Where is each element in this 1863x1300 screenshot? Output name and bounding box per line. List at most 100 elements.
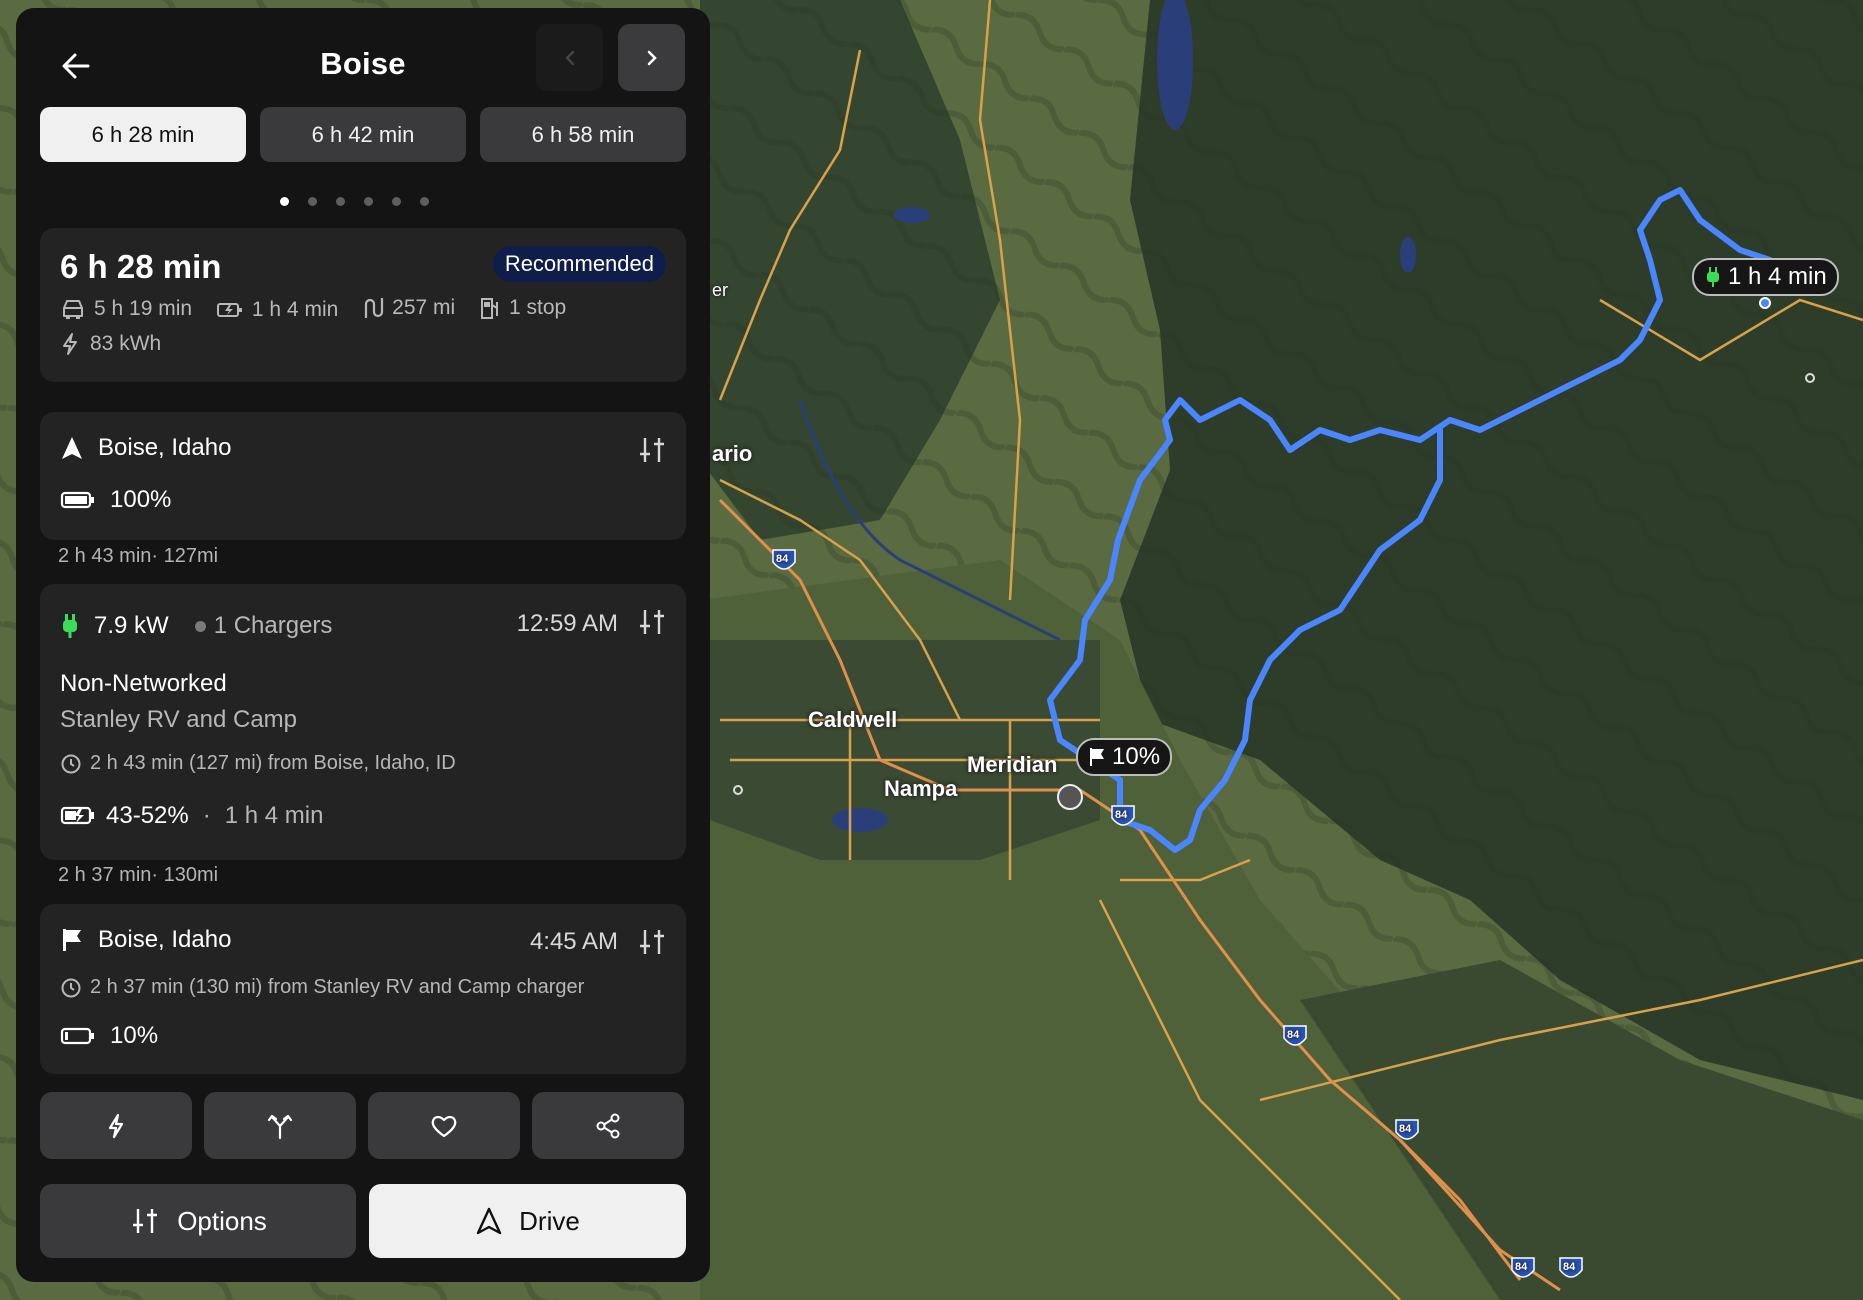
navigation-arrow-icon bbox=[62, 437, 82, 459]
origin-battery-value: 100% bbox=[110, 486, 172, 513]
trip-action-buttons bbox=[40, 1092, 686, 1159]
segment-info-1: 2 h 43 min· 127mi bbox=[58, 545, 219, 567]
separator: · bbox=[202, 802, 211, 829]
lowland-farmland bbox=[710, 640, 1100, 860]
route-tab-2[interactable]: 6 h 42 min bbox=[260, 107, 466, 162]
destination-stop-card[interactable]: Boise, Idaho 4:45 AM 2 h 37 min (130 mi)… bbox=[40, 904, 686, 1074]
plug-icon bbox=[1707, 267, 1719, 287]
share-icon bbox=[596, 1113, 620, 1138]
battery-icon bbox=[60, 1027, 94, 1045]
status-dot bbox=[194, 620, 206, 632]
distance-stat: 257 mi bbox=[362, 296, 455, 320]
adjust-icon bbox=[133, 1209, 158, 1233]
trip-planner-panel: Boise 6 h 28 min 6 h 42 min 6 h 58 min 6… bbox=[16, 8, 710, 1282]
highway-shield-label: 84 bbox=[1115, 809, 1128, 821]
page-dot[interactable] bbox=[336, 197, 345, 206]
city-label-meridian[interactable]: Meridian bbox=[967, 752, 1057, 778]
origin-stop-card[interactable]: Boise, Idaho 100% bbox=[40, 412, 686, 540]
energy-value: 83 kWh bbox=[90, 332, 162, 355]
current-location-marker[interactable] bbox=[1057, 784, 1083, 810]
flag-icon bbox=[63, 929, 81, 951]
clock-icon bbox=[61, 978, 81, 997]
alternate-route-button[interactable] bbox=[204, 1092, 356, 1159]
next-route-button[interactable] bbox=[618, 24, 685, 91]
partial-map-label: er bbox=[712, 280, 729, 300]
charge-duration: 1 h 4 min bbox=[224, 802, 324, 829]
drive-button[interactable]: Drive bbox=[369, 1184, 686, 1258]
charge-range: 43-52% bbox=[106, 802, 189, 829]
page-title: Boise bbox=[320, 46, 406, 81]
charge-plan-row: 43-52% · 1 h 4 min bbox=[60, 802, 323, 830]
stops-stat: 1 stop bbox=[479, 296, 566, 320]
arrival-battery-bubble[interactable]: 10% bbox=[1076, 738, 1173, 776]
charger-network: Non-Networked bbox=[60, 670, 227, 697]
adjust-icon[interactable] bbox=[636, 434, 668, 466]
navigation-arrow-icon bbox=[476, 1207, 502, 1235]
favorite-button[interactable] bbox=[368, 1092, 520, 1159]
charger-location-dot[interactable] bbox=[1759, 297, 1771, 309]
destination-location: Boise, Idaho bbox=[60, 926, 231, 954]
charger-arrival-time: 12:59 AM bbox=[516, 610, 618, 637]
route-tab-1[interactable]: 6 h 28 min bbox=[40, 107, 246, 162]
charging-filter-button[interactable] bbox=[40, 1092, 192, 1159]
options-label: Options bbox=[177, 1205, 267, 1236]
chevron-left-icon bbox=[564, 50, 574, 65]
charger-from-row: 2 h 43 min (127 mi) from Boise, Idaho, I… bbox=[60, 752, 456, 775]
lake bbox=[894, 207, 930, 223]
route-option-tabs: 6 h 28 min 6 h 42 min 6 h 58 min bbox=[40, 107, 686, 162]
origin-battery: 100% bbox=[60, 486, 171, 514]
page-dot[interactable] bbox=[280, 197, 289, 206]
distance-value: 257 mi bbox=[392, 296, 456, 319]
heart-icon bbox=[431, 1115, 457, 1137]
origin-location: Boise, Idaho bbox=[60, 434, 231, 462]
adjust-icon[interactable] bbox=[636, 606, 668, 638]
drive-time-stat: 5 h 19 min bbox=[60, 297, 192, 321]
highway-shield-label: 84 bbox=[1515, 1261, 1528, 1273]
charge-time-value: 1 h 4 min bbox=[251, 298, 339, 321]
charging-stop-card[interactable]: 7.9 kW 1 Chargers 12:59 AM Non-Networked… bbox=[40, 584, 686, 860]
lake bbox=[832, 808, 888, 832]
options-button[interactable]: Options bbox=[40, 1184, 356, 1258]
page-dot[interactable] bbox=[364, 197, 373, 206]
bolt-icon bbox=[63, 333, 77, 355]
plug-icon bbox=[63, 614, 77, 638]
battery-icon bbox=[60, 491, 94, 509]
battery-fill bbox=[65, 496, 87, 504]
battery-fill bbox=[65, 1032, 68, 1040]
charger-name: Stanley RV and Camp bbox=[60, 706, 298, 733]
route-duration: 6 h 28 min bbox=[60, 248, 222, 285]
route-icon bbox=[365, 298, 384, 318]
charge-time-bubble[interactable]: 1 h 4 min bbox=[1692, 258, 1839, 296]
car-icon bbox=[63, 300, 83, 319]
destination-arrival-time: 4:45 AM bbox=[529, 928, 618, 955]
clock-icon bbox=[61, 754, 81, 773]
chevron-right-icon bbox=[647, 50, 657, 65]
adjust-icon[interactable] bbox=[636, 926, 668, 958]
previous-route-button[interactable] bbox=[536, 24, 603, 91]
city-label-nampa[interactable]: Nampa bbox=[884, 776, 957, 802]
route-summary-card[interactable]: 6 h 28 min Recommended 5 h 19 min 1 h 4 … bbox=[40, 228, 686, 382]
highway-shield-label: 84 bbox=[1563, 1261, 1576, 1273]
route-tab-3[interactable]: 6 h 58 min bbox=[480, 107, 686, 162]
destination-battery-value: 10% bbox=[110, 1022, 159, 1049]
destination-from: 2 h 37 min (130 mi) from Stanley RV and … bbox=[90, 976, 585, 998]
lake bbox=[1400, 237, 1416, 273]
share-button[interactable] bbox=[532, 1092, 684, 1159]
flag-icon bbox=[1090, 748, 1104, 766]
charger-power: 7.9 kW bbox=[94, 612, 169, 639]
highway-shield-label: 84 bbox=[776, 553, 789, 565]
route-stats: 5 h 19 min 1 h 4 min 257 mi 1 stop bbox=[60, 296, 660, 326]
city-label-caldwell[interactable]: Caldwell bbox=[808, 707, 897, 733]
charger-from: 2 h 43 min (127 mi) from Boise, Idaho, I… bbox=[90, 752, 456, 774]
page-dot[interactable] bbox=[308, 197, 317, 206]
page-dot[interactable] bbox=[420, 197, 429, 206]
drive-time-value: 5 h 19 min bbox=[94, 297, 193, 320]
battery-charging-icon bbox=[60, 806, 94, 825]
energy-stat: 83 kWh bbox=[60, 332, 161, 356]
charge-time-stat: 1 h 4 min bbox=[216, 298, 338, 322]
highway-shield-label: 84 bbox=[1287, 1029, 1300, 1041]
bolt-icon bbox=[108, 1113, 124, 1138]
page-dot[interactable] bbox=[392, 197, 401, 206]
arrival-battery-bubble-label: 10% bbox=[1112, 743, 1161, 770]
drive-label: Drive bbox=[519, 1205, 580, 1236]
